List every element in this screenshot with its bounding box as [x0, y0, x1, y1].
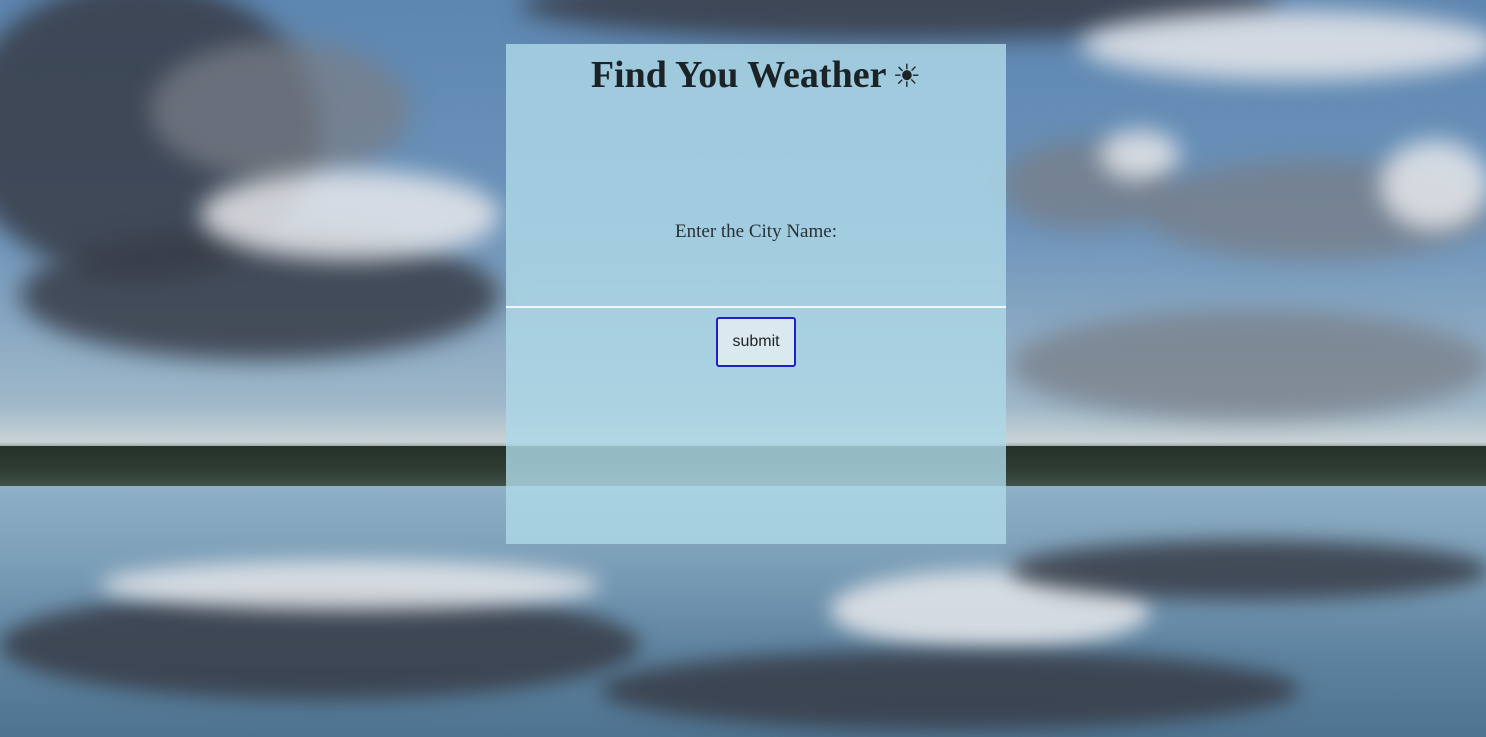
sun-icon: ☀ [892, 57, 922, 95]
weather-search-panel: Find You Weather ☀ Enter the City Name: s… [506, 44, 1006, 544]
page-title-text: Find You Weather [590, 54, 887, 96]
cloud [1080, 10, 1486, 80]
cloud [150, 40, 410, 180]
submit-button[interactable]: submit [716, 317, 796, 367]
cloud [200, 170, 500, 260]
city-name-label: Enter the City Name: [675, 221, 837, 242]
cloud-reflection [600, 650, 1300, 730]
cloud [1100, 130, 1180, 180]
cloud [1380, 140, 1486, 230]
city-name-input[interactable] [506, 294, 1006, 308]
page-title: Find You Weather ☀ [506, 44, 1006, 99]
cloud-reflection [100, 560, 600, 610]
cloud [1010, 310, 1486, 420]
cloud-reflection [1010, 540, 1486, 600]
